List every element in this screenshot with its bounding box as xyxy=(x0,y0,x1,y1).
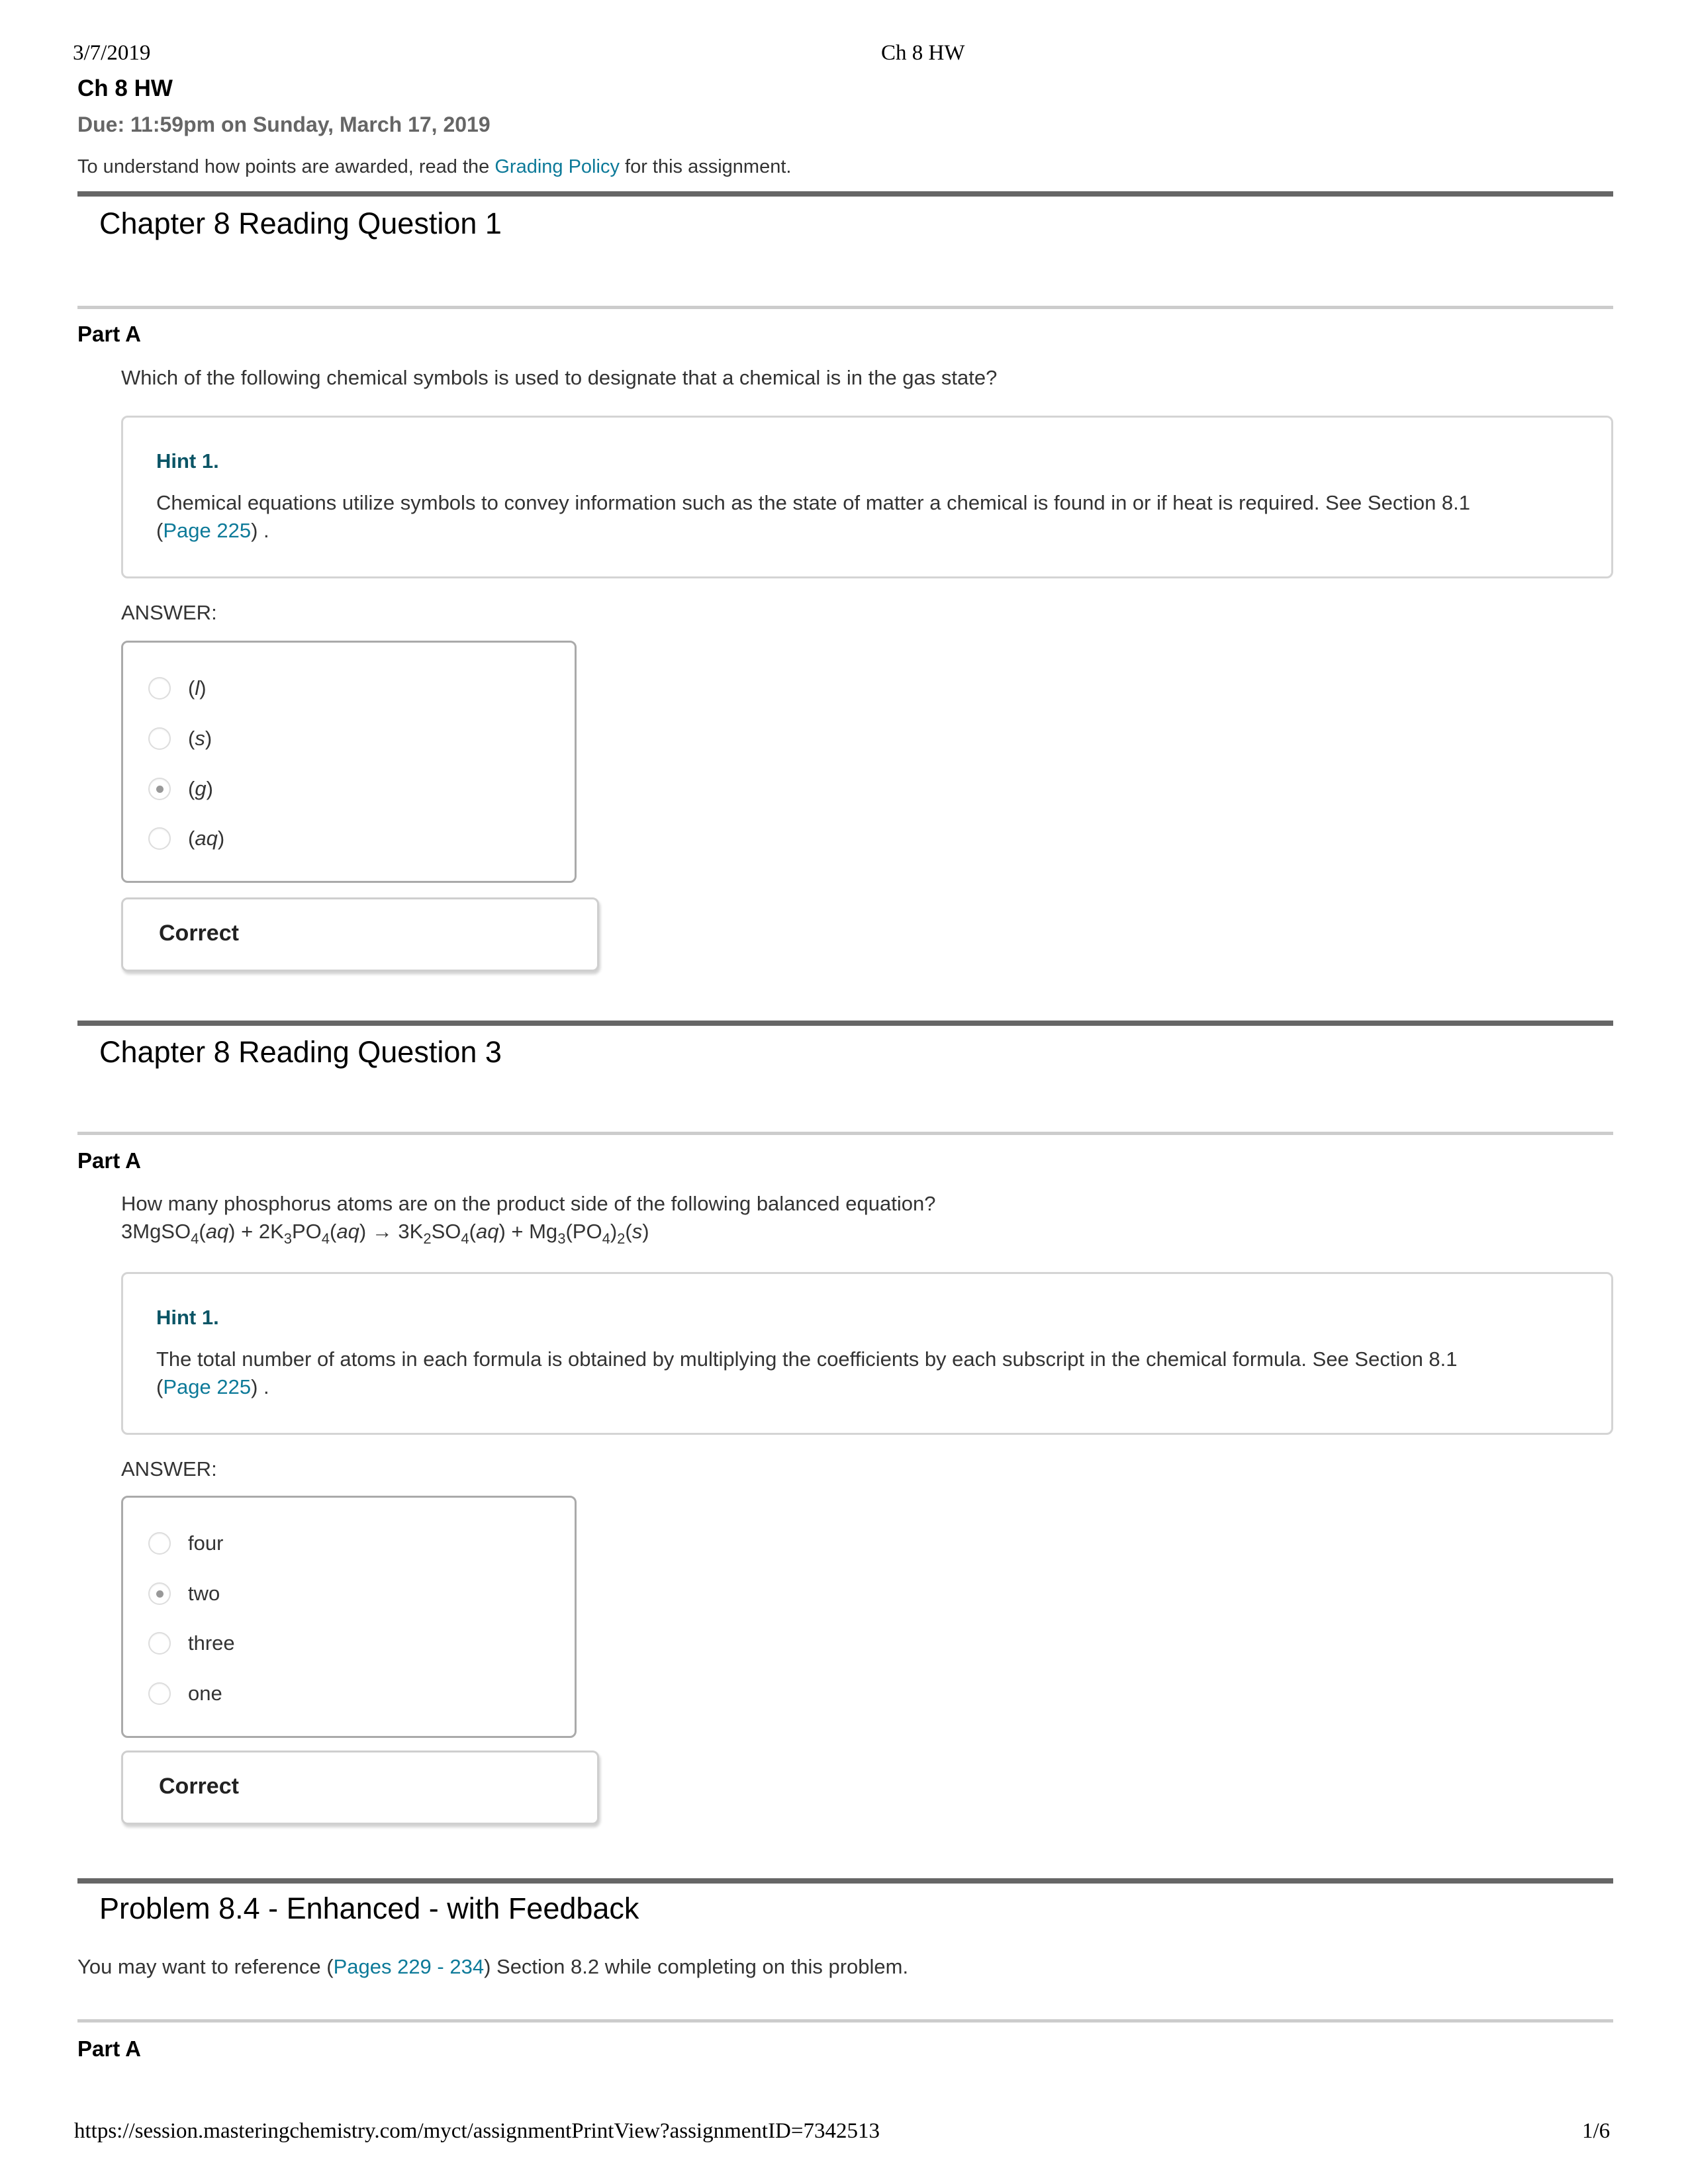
page-link[interactable]: Page 225 xyxy=(163,1375,251,1398)
feedback-correct: Correct xyxy=(159,921,239,946)
intro-prefix: You may want to reference ( xyxy=(77,1955,334,1978)
print-url: https://session.masteringchemistry.com/m… xyxy=(74,2119,880,2143)
pages-link[interactable]: Pages 229 - 234 xyxy=(334,1955,485,1978)
radio-button[interactable] xyxy=(148,727,171,750)
question-prompt: How many phosphorus atoms are on the pro… xyxy=(121,1190,935,1246)
part-label: Part A xyxy=(77,1148,141,1173)
print-title: Ch 8 HW xyxy=(881,41,965,65)
part-label: Part A xyxy=(77,322,141,346)
radio-button[interactable] xyxy=(148,827,171,850)
section-divider xyxy=(77,1021,1613,1026)
answer-options: four two three one xyxy=(121,1496,577,1738)
part-divider xyxy=(77,2019,1613,2023)
hint-body: Chemical equations utilize symbols to co… xyxy=(156,491,1471,514)
option-three[interactable]: three xyxy=(148,1627,235,1660)
grading-policy-link[interactable]: Grading Policy xyxy=(494,156,620,177)
paren: ( xyxy=(156,1375,164,1398)
option-label: (aq) xyxy=(188,827,225,850)
option-label: one xyxy=(188,1682,222,1705)
part-divider xyxy=(77,306,1613,309)
page-link[interactable]: Page 225 xyxy=(163,519,251,542)
hint-text: Chemical equations utilize symbols to co… xyxy=(156,489,1579,545)
option-label: (l) xyxy=(188,676,207,700)
option-aqueous[interactable]: (aq) xyxy=(148,822,224,855)
feedback-box: Correct xyxy=(121,1751,599,1825)
hint-box: Hint 1. Chemical equations utilize symbo… xyxy=(121,416,1613,578)
feedback-box: Correct xyxy=(121,897,599,972)
paren: ( xyxy=(156,519,164,542)
question-prompt: Which of the following chemical symbols … xyxy=(121,366,998,389)
paren: ) . xyxy=(251,1375,269,1398)
policy-suffix: for this assignment. xyxy=(619,156,792,177)
answer-label: ANSWER: xyxy=(121,1457,217,1480)
assignment-title: Ch 8 HW xyxy=(77,75,173,101)
part-divider xyxy=(77,1132,1613,1135)
option-liquid[interactable]: (l) xyxy=(148,672,207,705)
question-title: Chapter 8 Reading Question 3 xyxy=(99,1035,502,1069)
option-two[interactable]: two xyxy=(148,1577,220,1610)
section-divider xyxy=(77,191,1613,197)
answer-label: ANSWER: xyxy=(121,601,217,624)
option-one[interactable]: one xyxy=(148,1677,222,1710)
hint-text: The total number of atoms in each formul… xyxy=(156,1345,1579,1401)
prompt-text: How many phosphorus atoms are on the pro… xyxy=(121,1192,936,1215)
grading-policy-note: To understand how points are awarded, re… xyxy=(77,156,791,178)
option-four[interactable]: four xyxy=(148,1527,223,1560)
question-title: Problem 8.4 - Enhanced - with Feedback xyxy=(99,1891,639,1925)
radio-button[interactable] xyxy=(148,1682,171,1705)
option-gas[interactable]: (g) xyxy=(148,772,213,805)
chemical-equation: 3MgSO4(aq) + 2K3PO4(aq) → 3K2SO4(aq) + M… xyxy=(121,1220,649,1247)
radio-button-selected[interactable] xyxy=(148,1582,171,1605)
due-date: Due: 11:59pm on Sunday, March 17, 2019 xyxy=(77,113,491,136)
policy-prefix: To understand how points are awarded, re… xyxy=(77,156,495,177)
print-date: 3/7/2019 xyxy=(73,41,151,65)
radio-button[interactable] xyxy=(148,1632,171,1655)
answer-options: (l) (s) (g) (aq) xyxy=(121,641,577,883)
part-label: Part A xyxy=(77,2036,141,2061)
question-title: Chapter 8 Reading Question 1 xyxy=(99,206,502,240)
intro-suffix: ) Section 8.2 while completing on this p… xyxy=(484,1955,909,1978)
hint-body: The total number of atoms in each formul… xyxy=(156,1347,1458,1371)
option-label: two xyxy=(188,1582,220,1605)
option-label: (g) xyxy=(188,777,213,800)
print-page-number: 1/6 xyxy=(1582,2119,1611,2143)
option-solid[interactable]: (s) xyxy=(148,722,212,755)
option-label: four xyxy=(188,1531,224,1555)
radio-button[interactable] xyxy=(148,677,171,700)
option-label: three xyxy=(188,1631,235,1655)
feedback-correct: Correct xyxy=(159,1774,239,1799)
hint-box: Hint 1. The total number of atoms in eac… xyxy=(121,1272,1613,1435)
reference-note: You may want to reference (Pages 229 - 2… xyxy=(77,1955,908,1979)
option-label: (s) xyxy=(188,727,212,750)
paren: ) . xyxy=(251,519,269,542)
section-divider xyxy=(77,1878,1613,1884)
radio-button-selected[interactable] xyxy=(148,778,171,800)
hint-title[interactable]: Hint 1. xyxy=(156,449,219,473)
radio-button[interactable] xyxy=(148,1532,171,1555)
hint-title[interactable]: Hint 1. xyxy=(156,1306,219,1330)
